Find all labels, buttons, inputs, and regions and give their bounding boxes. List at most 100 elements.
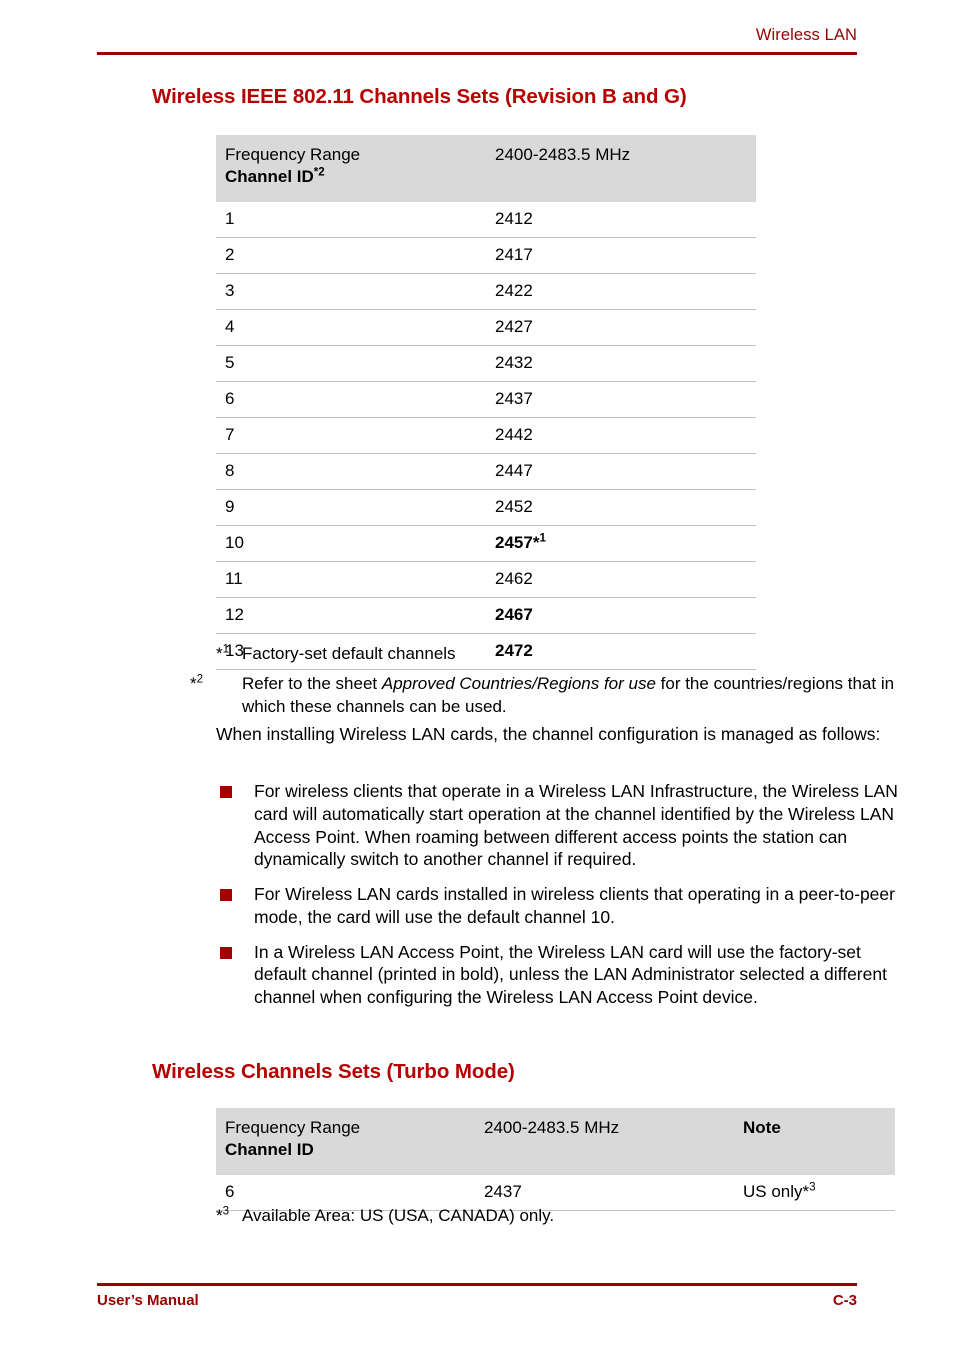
cell-channel-id: 2 xyxy=(216,237,486,275)
frequency-value: 2427 xyxy=(495,317,533,337)
turbo-note-text: US only xyxy=(743,1182,803,1202)
frequency-value: 2457 xyxy=(495,533,533,553)
table-header-row: Frequency Range Channel ID*2 2400-2483.5… xyxy=(216,135,756,203)
table-row: 11 2462 xyxy=(216,561,756,599)
turbo-header-label-frequency-range: Frequency Range xyxy=(225,1118,361,1137)
table-row: 2 2417 xyxy=(216,237,756,275)
cell-frequency: 2442 xyxy=(486,417,756,455)
page-footer: User’s Manual C-3 xyxy=(97,1292,857,1309)
running-header: Wireless LAN xyxy=(97,26,857,45)
section-heading-turbo: Wireless Channels Sets (Turbo Mode) xyxy=(152,1060,515,1083)
cell-channel-id: 12 xyxy=(216,597,486,635)
header-rule xyxy=(97,52,857,55)
turbo-header-cell-note: Note xyxy=(734,1108,895,1176)
table-body-channels: 1 2412 2 2417 3 2422 4 2427 5 2432 6 2437 7 2442 8 2447… xyxy=(216,202,756,671)
intro-paragraph: When installing Wireless LAN cards, the … xyxy=(216,724,881,744)
frequency-value: 2442 xyxy=(495,425,533,445)
frequency-value: 2452 xyxy=(495,497,533,517)
frequency-value: 2417 xyxy=(495,245,533,265)
document-page: Wireless LAN Wireless IEEE 802.11 Channe… xyxy=(0,0,954,1351)
footer-page-number: C-3 xyxy=(832,1292,857,1309)
frequency-footnote-marker: *1 xyxy=(532,532,546,553)
footer-manual-label: User’s Manual xyxy=(97,1292,199,1309)
table-row: 5 2432 xyxy=(216,345,756,383)
cell-channel-id: 1 xyxy=(216,202,486,239)
footnote-2: *2 Refer to the sheet Approved Countries/… xyxy=(190,673,924,718)
bullet-square-icon xyxy=(220,946,232,959)
frequency-value: 2422 xyxy=(495,281,533,301)
table-wireless-channels: Frequency Range Channel ID*2 2400-2483.5… xyxy=(216,135,756,671)
footer-rule xyxy=(97,1283,857,1286)
frequency-value: 2447 xyxy=(495,461,533,481)
cell-frequency: 2417 xyxy=(486,237,756,275)
frequency-value: 2467 xyxy=(495,605,533,625)
cell-channel-id: 8 xyxy=(216,453,486,491)
header-label-channel-id: Channel ID xyxy=(225,167,314,187)
cell-channel-id: 5 xyxy=(216,345,486,383)
cell-frequency: 2437 xyxy=(486,381,756,419)
cell-frequency: 2432 xyxy=(486,345,756,383)
frequency-value: 2432 xyxy=(495,353,533,373)
table-row: 4 2427 xyxy=(216,309,756,347)
footnote-1-text: Factory-set default channels xyxy=(242,644,456,663)
turbo-header-cell-frequency-range: Frequency Range Channel ID xyxy=(216,1108,475,1176)
turbo-header-label-channel-id: Channel ID xyxy=(225,1140,314,1160)
section-heading-channels: Wireless IEEE 802.11 Channels Sets (Revi… xyxy=(152,85,687,108)
table-row: 7 2442 xyxy=(216,417,756,455)
footnote-3: *3 Available Area: US (USA, CANADA) only. xyxy=(216,1205,898,1228)
bullet-item: For Wireless LAN cards installed in wire… xyxy=(216,883,906,929)
cell-channel-id: 11 xyxy=(216,561,486,599)
bullet-text: In a Wireless LAN Access Point, the Wire… xyxy=(254,941,887,1008)
table-row: 8 2447 xyxy=(216,453,756,491)
footnote-3-marker: *3 xyxy=(216,1205,230,1225)
header-label-frequency-range: Frequency Range xyxy=(225,145,361,164)
bullet-list: For wireless clients that operate in a W… xyxy=(216,780,906,1021)
footnote-1-marker: *1 xyxy=(216,643,230,663)
header-cell-frequency-range: Frequency Range Channel ID*2 xyxy=(216,135,486,203)
bullet-item: In a Wireless LAN Access Point, the Wire… xyxy=(216,941,906,1009)
cell-channel-id: 10 xyxy=(216,525,486,563)
cell-frequency: 2447 xyxy=(486,453,756,491)
header-cell-band: 2400-2483.5 MHz xyxy=(486,135,756,203)
cell-channel-id: 7 xyxy=(216,417,486,455)
turbo-header-label-band: 2400-2483.5 MHz xyxy=(484,1118,620,1137)
footnote-2-marker-number: 2 xyxy=(196,673,204,686)
cell-channel-id: 9 xyxy=(216,489,486,527)
table-row: 12 2467 xyxy=(216,597,756,635)
cell-channel-id: 4 xyxy=(216,309,486,347)
turbo-table-header-row: Frequency Range Channel ID 2400-2483.5 M… xyxy=(216,1108,895,1176)
table-row: 6 2437 xyxy=(216,381,756,419)
footnote-3-text: Available Area: US (USA, CANADA) only. xyxy=(242,1206,555,1225)
footnote-2-text-before: Refer to the sheet xyxy=(242,674,382,693)
frequency-value: 2412 xyxy=(495,209,533,229)
cell-channel-id: 3 xyxy=(216,273,486,311)
bullet-square-icon xyxy=(220,786,232,798)
cell-frequency: 2462 xyxy=(486,561,756,599)
cell-frequency: 2467 xyxy=(486,597,756,635)
cell-frequency: 2427 xyxy=(486,309,756,347)
cell-frequency: 2412 xyxy=(486,202,756,239)
bullet-square-icon xyxy=(220,889,232,901)
frequency-value: 2462 xyxy=(495,569,533,589)
footnote-1: *1 Factory-set default channels xyxy=(216,643,898,666)
bullet-text: For Wireless LAN cards installed in wire… xyxy=(254,884,895,927)
footnote-3-marker-number: 3 xyxy=(222,1205,230,1218)
footnote-2-marker: *2 xyxy=(190,673,204,693)
frequency-value: 2437 xyxy=(495,389,533,409)
cell-frequency: 2452 xyxy=(486,489,756,527)
running-header-text: Wireless LAN xyxy=(755,26,857,44)
turbo-header-label-note: Note xyxy=(743,1118,781,1137)
footnote-2-text-italic: Approved Countries/Regions for use xyxy=(381,674,656,693)
header-label-band: 2400-2483.5 MHz xyxy=(495,145,631,164)
table-row: 10 2457*1 xyxy=(216,525,756,563)
table-row: 3 2422 xyxy=(216,273,756,311)
turbo-header-cell-band: 2400-2483.5 MHz xyxy=(475,1108,734,1176)
turbo-note-footnote-marker: *3 xyxy=(802,1181,816,1202)
cell-channel-id: 6 xyxy=(216,381,486,419)
bullet-item: For wireless clients that operate in a W… xyxy=(216,780,906,871)
table-row: 9 2452 xyxy=(216,489,756,527)
table-row: 1 2412 xyxy=(216,202,756,239)
header-channel-id-footnote-marker: *2 xyxy=(313,166,325,179)
cell-frequency: 2457*1 xyxy=(486,525,756,563)
footnote-1-marker-number: 1 xyxy=(222,643,230,656)
